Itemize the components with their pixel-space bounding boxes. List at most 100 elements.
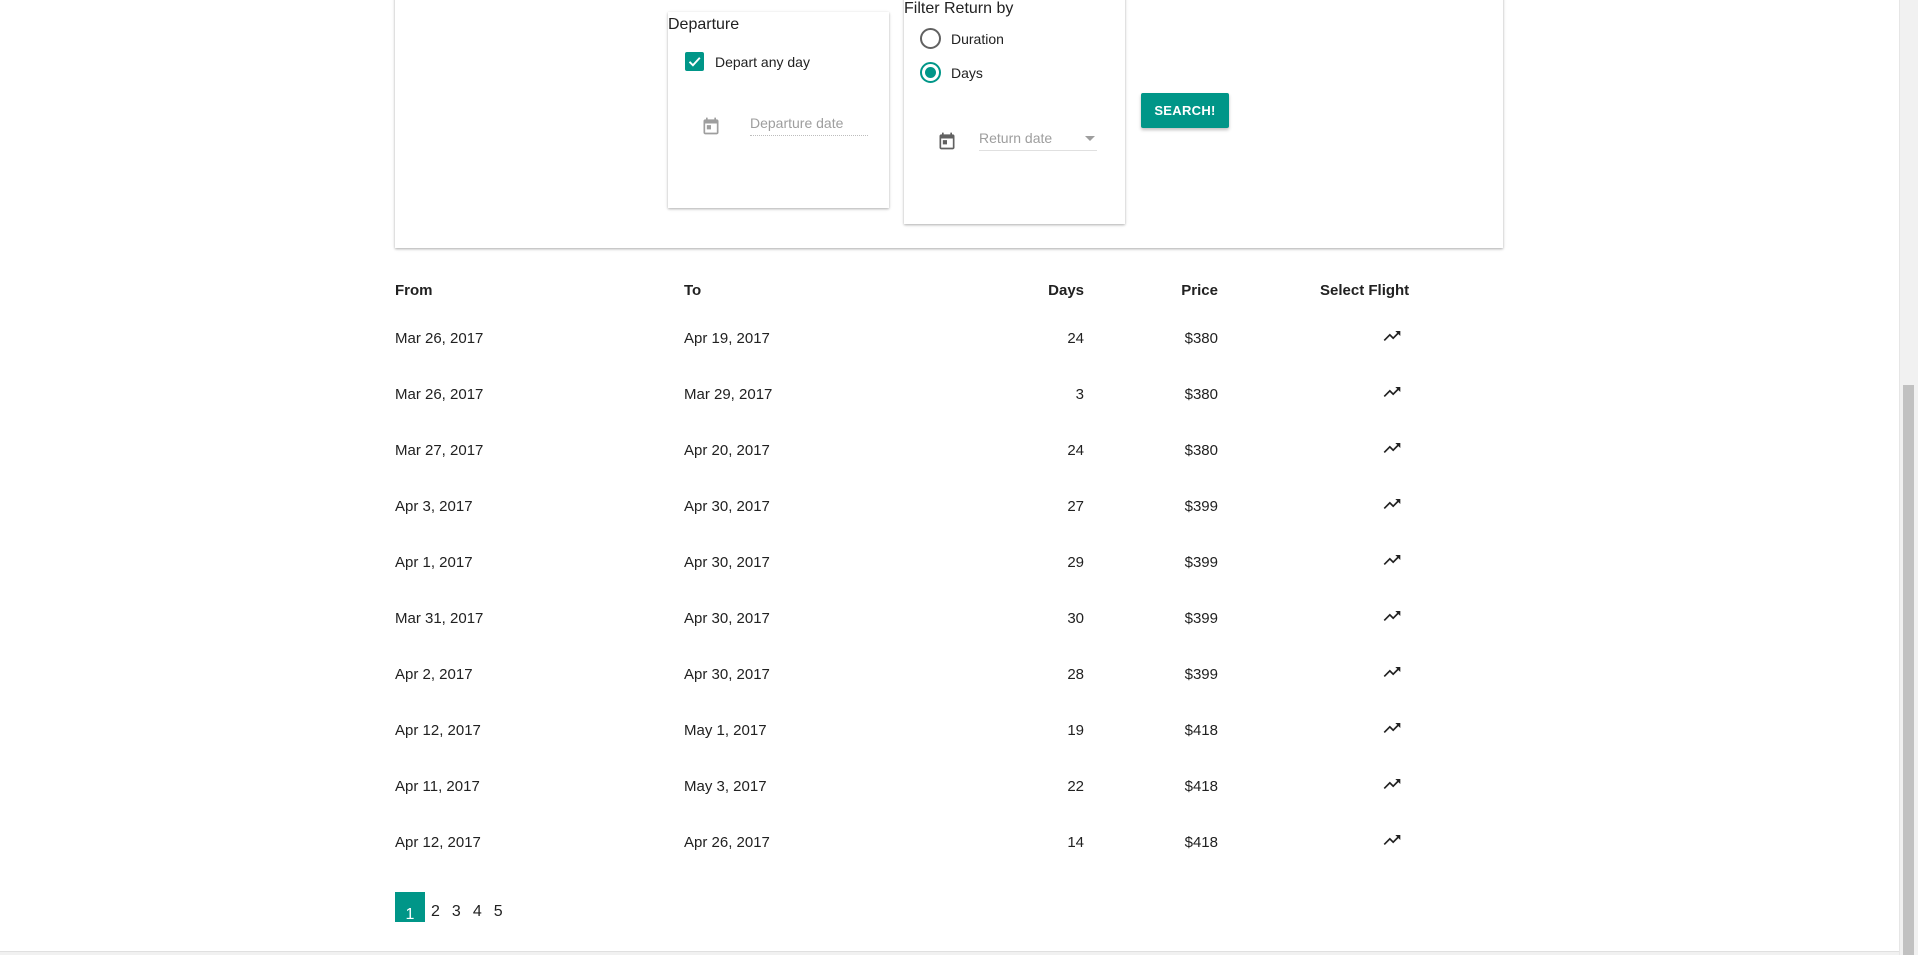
page-link-3[interactable]: 3 bbox=[446, 892, 467, 922]
cell-select bbox=[1218, 814, 1503, 870]
cell-to: Apr 20, 2017 bbox=[684, 441, 770, 459]
search-button[interactable]: SEARCH! bbox=[1141, 93, 1229, 128]
trending-up-icon[interactable] bbox=[1377, 606, 1407, 630]
cell-select bbox=[1218, 758, 1503, 814]
cell-from: Mar 26, 2017 bbox=[395, 385, 484, 403]
return-date-field[interactable]: Return date bbox=[937, 130, 1097, 151]
cell-price: $399 bbox=[1184, 497, 1218, 515]
radio-days-label: Days bbox=[951, 64, 983, 81]
depart-any-day-label: Depart any day bbox=[715, 53, 810, 70]
cell-days: 22 bbox=[1067, 777, 1084, 795]
cell-to: Mar 29, 2017 bbox=[684, 385, 773, 403]
cell-from: Mar 26, 2017 bbox=[395, 329, 484, 347]
table-row: Apr 3, 2017 Apr 30, 2017 27 $399 bbox=[395, 478, 1503, 534]
cell-select bbox=[1218, 310, 1503, 366]
page-link-5[interactable]: 5 bbox=[488, 892, 509, 922]
table-row: Mar 27, 2017 Apr 20, 2017 24 $380 bbox=[395, 422, 1503, 478]
table-row: Apr 12, 2017 May 1, 2017 19 $418 bbox=[395, 702, 1503, 758]
radio-duration-label: Duration bbox=[951, 30, 1004, 47]
cell-select bbox=[1218, 366, 1503, 422]
trending-up-icon[interactable] bbox=[1377, 662, 1407, 686]
cell-price: $399 bbox=[1184, 609, 1218, 627]
table-row: Apr 1, 2017 Apr 30, 2017 29 $399 bbox=[395, 534, 1503, 590]
flight-search-page: Departure Depart any day Departure date … bbox=[0, 0, 1918, 955]
dropdown-arrow-icon[interactable] bbox=[1085, 135, 1095, 141]
cell-from: Apr 2, 2017 bbox=[395, 665, 473, 683]
cell-price: $380 bbox=[1184, 441, 1218, 459]
vertical-scrollbar-thumb[interactable] bbox=[1903, 385, 1914, 955]
trending-up-icon[interactable] bbox=[1377, 382, 1407, 406]
table-row: Apr 2, 2017 Apr 30, 2017 28 $399 bbox=[395, 646, 1503, 702]
table-row: Apr 11, 2017 May 3, 2017 22 $418 bbox=[395, 758, 1503, 814]
trending-up-icon[interactable] bbox=[1377, 494, 1407, 518]
column-header-from: From bbox=[395, 281, 433, 299]
trending-up-icon[interactable] bbox=[1377, 830, 1407, 854]
trending-up-icon[interactable] bbox=[1377, 326, 1407, 350]
table-body: Mar 26, 2017 Apr 19, 2017 24 $380 Mar 26, 20… bbox=[395, 310, 1503, 870]
cell-to: Apr 30, 2017 bbox=[684, 609, 770, 627]
radio-duration[interactable]: Duration bbox=[920, 28, 1004, 49]
return-filter-title: Filter Return by bbox=[904, 0, 1014, 17]
cell-select bbox=[1218, 478, 1503, 534]
radio-checked-icon[interactable] bbox=[920, 62, 941, 83]
column-header-days: Days bbox=[1048, 281, 1084, 299]
cell-select bbox=[1218, 646, 1503, 702]
cell-from: Apr 1, 2017 bbox=[395, 553, 473, 571]
column-header-select-label: Select Flight bbox=[1320, 281, 1410, 299]
cell-price: $399 bbox=[1184, 665, 1218, 683]
departure-date-field[interactable]: Departure date bbox=[701, 115, 868, 136]
calendar-icon[interactable] bbox=[937, 131, 957, 151]
calendar-icon[interactable] bbox=[701, 116, 721, 136]
depart-any-day-checkbox[interactable]: Depart any day bbox=[685, 52, 810, 71]
cell-price: $380 bbox=[1184, 385, 1218, 403]
horizontal-scrollbar-edge bbox=[0, 951, 1899, 955]
cell-select bbox=[1218, 702, 1503, 758]
trending-up-icon[interactable] bbox=[1377, 438, 1407, 462]
table-row: Mar 31, 2017 Apr 30, 2017 30 $399 bbox=[395, 590, 1503, 646]
return-date-select[interactable]: Return date bbox=[979, 130, 1097, 151]
checkbox-checked-icon[interactable] bbox=[685, 52, 704, 71]
cell-from: Mar 27, 2017 bbox=[395, 441, 484, 459]
cell-price: $418 bbox=[1184, 833, 1218, 851]
cell-select bbox=[1218, 590, 1503, 646]
cell-days: 24 bbox=[1067, 329, 1084, 347]
cell-days: 28 bbox=[1067, 665, 1084, 683]
departure-date-input[interactable]: Departure date bbox=[750, 115, 868, 136]
cell-to: Apr 26, 2017 bbox=[684, 833, 770, 851]
page-link-1[interactable]: 1 bbox=[395, 892, 425, 922]
return-date-placeholder: Return date bbox=[979, 130, 1053, 146]
table-row: Mar 26, 2017 Apr 19, 2017 24 $380 bbox=[395, 310, 1503, 366]
trending-up-icon[interactable] bbox=[1377, 718, 1407, 742]
cell-select bbox=[1218, 422, 1503, 478]
column-header-price: Price bbox=[1181, 281, 1218, 299]
cell-from: Mar 31, 2017 bbox=[395, 609, 484, 627]
cell-select bbox=[1218, 534, 1503, 590]
cell-to: May 1, 2017 bbox=[684, 721, 767, 739]
cell-to: Apr 30, 2017 bbox=[684, 553, 770, 571]
pagination: 12345 bbox=[395, 892, 509, 922]
departure-panel: Departure Depart any day Departure date bbox=[668, 12, 889, 208]
cell-days: 19 bbox=[1067, 721, 1084, 739]
cell-from: Apr 12, 2017 bbox=[395, 721, 481, 739]
radio-unchecked-icon[interactable] bbox=[920, 28, 941, 49]
departure-title: Departure bbox=[668, 16, 740, 33]
cell-from: Apr 3, 2017 bbox=[395, 497, 473, 515]
column-header-to: To bbox=[684, 281, 702, 299]
cell-price: $418 bbox=[1184, 721, 1218, 739]
cell-days: 30 bbox=[1067, 609, 1084, 627]
table-row: Apr 12, 2017 Apr 26, 2017 14 $418 bbox=[395, 814, 1503, 870]
cell-price: $418 bbox=[1184, 777, 1218, 795]
trending-up-icon[interactable] bbox=[1377, 774, 1407, 798]
page-link-2[interactable]: 2 bbox=[425, 892, 446, 922]
cell-from: Apr 11, 2017 bbox=[395, 777, 480, 795]
cell-to: Apr 30, 2017 bbox=[684, 665, 770, 683]
cell-days: 27 bbox=[1067, 497, 1084, 515]
cell-days: 29 bbox=[1067, 553, 1084, 571]
table-header-row: From To Days Price Select Flight bbox=[395, 270, 1503, 310]
cell-days: 3 bbox=[1075, 385, 1084, 403]
table-row: Mar 26, 2017 Mar 29, 2017 3 $380 bbox=[395, 366, 1503, 422]
trending-up-icon[interactable] bbox=[1377, 550, 1407, 574]
cell-to: Apr 30, 2017 bbox=[684, 497, 770, 515]
radio-days[interactable]: Days bbox=[920, 62, 983, 83]
page-link-4[interactable]: 4 bbox=[467, 892, 488, 922]
